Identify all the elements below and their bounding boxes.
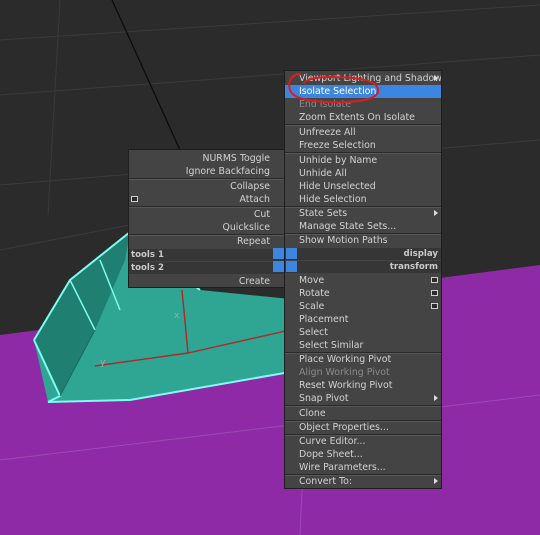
menu-item-isolate-selection[interactable]: Isolate Selection [285,85,441,98]
menu-item-select-similar[interactable]: Select Similar [285,339,441,352]
menu-item-label: Place Working Pivot [299,354,392,365]
menu-item-viewport-lighting-and-shadows[interactable]: Viewport Lighting and Shadows [285,72,441,85]
menu-item-clone[interactable]: Clone [285,407,441,420]
menu-item-label: NURMS Toggle [202,153,270,164]
menu-item-unfreeze-all[interactable]: Unfreeze All [285,126,441,139]
settings-box-icon[interactable] [431,290,438,296]
menu-item-manage-state-sets[interactable]: Manage State Sets... [285,220,441,233]
menu-item-nurms-toggle[interactable]: NURMS Toggle [129,152,284,165]
menu-item-label: Collapse [230,181,270,192]
menu-item-reset-working-pivot[interactable]: Reset Working Pivot [285,379,441,392]
menu-item-rotate[interactable]: Rotate [285,287,441,300]
menu-item-label: Select [299,327,328,338]
menu-item-object-properties[interactable]: Object Properties... [285,421,441,434]
menu-item-label: Move [299,275,325,286]
menu-item-label: Unhide by Name [299,155,378,166]
menu-item-label: Rotate [299,288,330,299]
menu-item-label: Create [238,276,270,287]
menu-item-snap-pivot[interactable]: Snap Pivot [285,392,441,405]
menu-item-label: Convert To: [299,476,353,487]
gizmo-y-label: y [100,358,106,368]
menu-item-label: Ignore Backfacing [185,166,270,177]
menu-item-label: Cut [253,209,270,220]
quad-title-tools-2: tools 2 [129,262,284,274]
menu-item-label: Wire Parameters... [299,462,386,473]
menu-item-repeat[interactable]: Repeat [129,235,284,248]
quad-center-square [286,261,297,272]
menu-item-zoom-extents-on-isolate[interactable]: Zoom Extents On Isolate [285,111,441,124]
menu-item-ignore-backfacing[interactable]: Ignore Backfacing [129,165,284,178]
submenu-arrow-icon [434,75,438,81]
menu-item-state-sets[interactable]: State Sets [285,207,441,220]
menu-item-label: Isolate Selection [299,86,377,97]
menu-item-quickslice[interactable]: Quickslice [129,221,284,234]
menu-item-placement[interactable]: Placement [285,313,441,326]
menu-item-attach[interactable]: Attach [129,193,284,206]
menu-item-label: Clone [299,408,326,419]
menu-item-label: Attach [239,194,270,205]
menu-item-end-isolate: End Isolate [285,98,441,111]
menu-item-label: Unfreeze All [299,127,356,138]
quad-center-square [273,261,284,272]
menu-item-label: Object Properties... [299,422,389,433]
menu-item-align-working-pivot: Align Working Pivot [285,366,441,379]
menu-item-collapse[interactable]: Collapse [129,180,284,193]
menu-item-label: Manage State Sets... [299,221,397,232]
settings-box-icon[interactable] [431,303,438,309]
menu-item-label: Freeze Selection [299,140,376,151]
menu-item-move[interactable]: Move [285,274,441,287]
menu-item-label: Scale [299,301,325,312]
menu-item-label: Snap Pivot [299,393,349,404]
menu-item-label: Hide Unselected [299,181,376,192]
quad-center-icon[interactable] [273,248,297,272]
menu-item-label: Select Similar [299,340,364,351]
settings-box-icon[interactable] [431,277,438,283]
menu-item-select[interactable]: Select [285,326,441,339]
settings-box-icon[interactable] [131,196,138,202]
menu-item-label: Zoom Extents On Isolate [299,112,415,123]
menu-item-dope-sheet[interactable]: Dope Sheet... [285,448,441,461]
menu-item-label: Repeat [237,236,270,247]
menu-item-label: Dope Sheet... [299,449,363,460]
menu-item-label: End Isolate [299,99,351,110]
quad-center-square [273,248,284,259]
menu-item-label: Reset Working Pivot [299,380,393,391]
menu-item-hide-selection[interactable]: Hide Selection [285,193,441,206]
menu-item-create[interactable]: Create [129,275,284,288]
menu-item-label: Unhide All [299,168,347,179]
menu-item-label: Placement [299,314,349,325]
menu-item-freeze-selection[interactable]: Freeze Selection [285,139,441,152]
quad-menu-display-transform: Viewport Lighting and Shadows Isolate Se… [284,70,442,489]
menu-item-label: Show Motion Paths [299,235,388,246]
quad-title-transform: transform [285,261,441,273]
menu-item-unhide-by-name[interactable]: Unhide by Name [285,154,441,167]
menu-item-hide-unselected[interactable]: Hide Unselected [285,180,441,193]
quad-title-display: display [285,248,441,260]
quad-title-tools-1: tools 1 [129,249,284,261]
submenu-arrow-icon [434,395,438,401]
menu-item-unhide-all[interactable]: Unhide All [285,167,441,180]
menu-item-wire-parameters[interactable]: Wire Parameters... [285,461,441,474]
menu-item-label: Curve Editor... [299,436,366,447]
menu-item-scale[interactable]: Scale [285,300,441,313]
menu-item-label: Viewport Lighting and Shadows [299,73,441,84]
menu-item-curve-editor[interactable]: Curve Editor... [285,435,441,448]
menu-item-convert-to[interactable]: Convert To: [285,475,441,488]
submenu-arrow-icon [434,478,438,484]
submenu-arrow-icon [434,210,438,216]
gizmo-x-label: x [174,311,180,321]
menu-item-cut[interactable]: Cut [129,208,284,221]
menu-item-label: Hide Selection [299,194,367,205]
quad-menu-tools: NURMS Toggle Ignore Backfacing Collapse … [128,149,285,288]
menu-item-label: State Sets [299,208,348,219]
menu-item-place-working-pivot[interactable]: Place Working Pivot [285,353,441,366]
menu-item-label: Align Working Pivot [299,367,390,378]
quad-center-square [286,248,297,259]
menu-item-label: Quickslice [222,222,270,233]
menu-item-show-motion-paths[interactable]: Show Motion Paths [285,234,441,247]
